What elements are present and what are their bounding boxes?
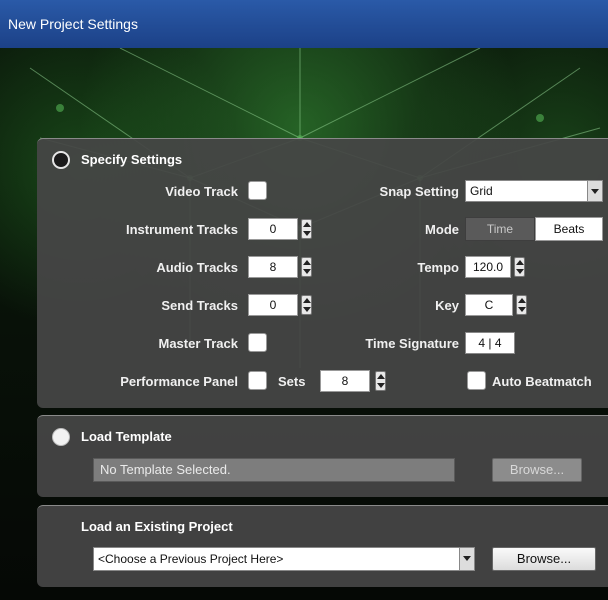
sets-value[interactable]: 8: [320, 370, 370, 392]
sets-stepper[interactable]: 8: [320, 370, 388, 392]
instrument-tracks-label: Instrument Tracks: [126, 222, 238, 237]
sets-label: Sets: [278, 374, 306, 389]
existing-browse-button[interactable]: Browse...: [492, 547, 596, 571]
previous-project-dropdown[interactable]: <Choose a Previous Project Here>: [93, 547, 475, 571]
tempo-arrows-icon[interactable]: [514, 257, 525, 277]
send-tracks-label: Send Tracks: [161, 298, 238, 313]
template-path-field: No Template Selected.: [93, 458, 455, 482]
instrument-tracks-arrows-icon[interactable]: [301, 219, 312, 239]
specify-settings-panel: Specify Settings Video Track Instrument …: [37, 138, 608, 408]
audio-tracks-arrows-icon[interactable]: [301, 257, 312, 277]
key-label: Key: [435, 298, 459, 313]
load-existing-project-panel: Load an Existing Project <Choose a Previ…: [37, 505, 608, 587]
audio-tracks-value[interactable]: 8: [248, 256, 298, 278]
snap-setting-label: Snap Setting: [379, 184, 459, 199]
video-track-label: Video Track: [165, 184, 238, 199]
chevron-down-icon[interactable]: [459, 548, 474, 570]
key-value[interactable]: C: [465, 294, 513, 316]
template-browse-button[interactable]: Browse...: [492, 458, 582, 482]
snap-setting-value: Grid: [470, 184, 493, 198]
instrument-tracks-stepper[interactable]: 0: [248, 218, 314, 240]
key-arrows-icon[interactable]: [516, 295, 527, 315]
instrument-tracks-value[interactable]: 0: [248, 218, 298, 240]
snap-setting-dropdown[interactable]: Grid: [465, 180, 603, 202]
sets-arrows-icon[interactable]: [375, 371, 386, 391]
load-template-heading: Load Template: [81, 429, 172, 444]
video-track-checkbox[interactable]: [248, 181, 267, 200]
auto-beatmatch-label: Auto Beatmatch: [492, 374, 592, 389]
audio-tracks-stepper[interactable]: 8: [248, 256, 314, 278]
load-template-radio[interactable]: [52, 428, 70, 446]
mode-label: Mode: [425, 222, 459, 237]
audio-tracks-label: Audio Tracks: [156, 260, 238, 275]
performance-panel-checkbox[interactable]: [248, 371, 267, 390]
tempo-value[interactable]: 120.0: [465, 256, 511, 278]
time-signature-label: Time Signature: [365, 336, 459, 351]
tempo-label: Tempo: [417, 260, 459, 275]
previous-project-value: <Choose a Previous Project Here>: [98, 552, 284, 566]
send-tracks-arrows-icon[interactable]: [301, 295, 312, 315]
mode-beats-button[interactable]: Beats: [535, 217, 603, 241]
tempo-stepper[interactable]: 120.0: [465, 256, 527, 278]
send-tracks-value[interactable]: 0: [248, 294, 298, 316]
master-track-label: Master Track: [158, 336, 239, 351]
specify-settings-heading: Specify Settings: [81, 152, 183, 167]
chevron-down-icon[interactable]: [587, 181, 602, 201]
auto-beatmatch-checkbox[interactable]: [467, 371, 486, 390]
send-tracks-stepper[interactable]: 0: [248, 294, 314, 316]
key-stepper[interactable]: C: [465, 294, 529, 316]
time-signature-field[interactable]: 4 | 4: [465, 332, 515, 354]
mode-time-button[interactable]: Time: [465, 217, 535, 241]
performance-panel-label: Performance Panel: [120, 374, 238, 389]
window-title: New Project Settings: [0, 0, 608, 48]
load-template-panel: Load Template No Template Selected. Brow…: [37, 415, 608, 497]
specify-settings-radio[interactable]: [52, 151, 70, 169]
master-track-checkbox[interactable]: [248, 333, 267, 352]
load-existing-project-heading: Load an Existing Project: [81, 519, 233, 534]
